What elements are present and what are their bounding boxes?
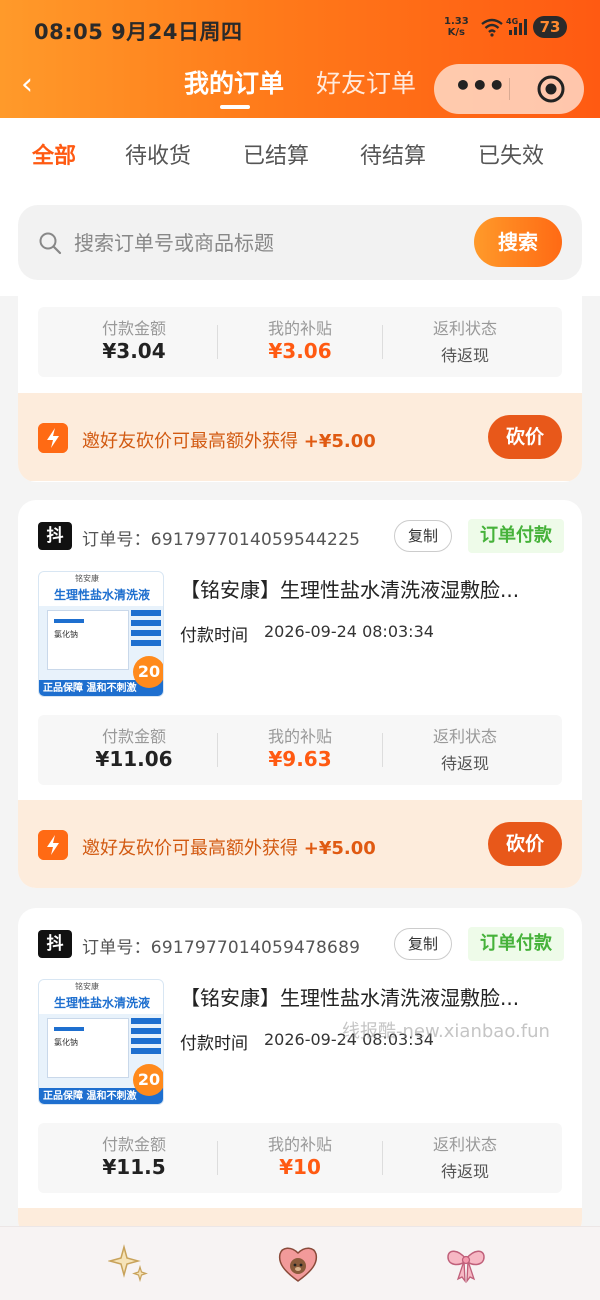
my-subsidy: 我的补贴 ¥10 [267,1135,332,1179]
target-icon[interactable] [536,74,566,104]
invite-promo-bar: 邀好友砍价可最高额外获得 +¥5.00 砍价 [18,800,582,888]
order-stats: 付款金额 ¥11.06 我的补贴 ¥9.63 返利状态 待返现 [38,715,562,785]
svg-text:4G: 4G [506,17,518,26]
status-time: 08:05 9月24日周四 [34,20,243,44]
pay-time-label: 付款时间 [180,1034,248,1054]
heart-bear-icon[interactable] [276,1241,320,1285]
order-number: 订单号：6917977014059544225 [82,530,361,550]
order-number: 订单号：6917977014059478689 [82,938,361,958]
product-row[interactable]: 铭安康 生理性盐水清洗液 氯化钠 正品保障 温和不刺激 20 【铭安康】生理性盐… [38,979,562,1107]
order-header: 抖 订单号：6917977014059478689 复制 订单付款 [18,908,582,968]
chevron-left-icon[interactable]: ‹ [14,68,40,102]
paid-amount: 付款金额 ¥3.04 [101,319,166,363]
douyin-icon: 抖 [38,930,72,958]
bottom-nav [0,1226,600,1300]
rebate-status: 返利状态 待返现 [432,727,497,773]
product-thumbnail: 铭安康 生理性盐水清洗液 氯化钠 正品保障 温和不刺激 20 [38,571,164,697]
status-badge: 订单付款 [468,927,564,961]
filter-settled[interactable]: 已结算 [243,138,309,170]
filter-all[interactable]: 全部 [32,138,76,170]
wifi-icon [481,18,503,37]
tab-friend-orders[interactable]: 好友订单 [316,64,416,100]
product-title: 【铭安康】生理性盐水清洗液湿敷脸... [180,986,520,1010]
invite-promo-bar: 邀好友砍价可最高额外获得 +¥5.00 砍价 [18,393,582,481]
capsule-divider [509,78,510,100]
product-thumbnail: 铭安康 生理性盐水清洗液 氯化钠 正品保障 温和不刺激 20 [38,979,164,1105]
header-bar: 08:05 9月24日周四 1.33 K/s 4G 73 ‹ 我的订单 好友订单 … [0,0,600,118]
miniprogram-capsule: ••• [434,64,584,114]
pay-time: 2026-09-24 08:03:34 [264,622,434,641]
rebate-status: 返利状态 待返现 [432,1135,497,1181]
nav-bar: ‹ 我的订单 好友订单 ••• [0,56,600,118]
lightning-icon [38,830,68,860]
status-badge: 订单付款 [468,519,564,553]
search-area: 搜索 [0,190,600,296]
my-subsidy: 我的补贴 ¥9.63 [267,727,332,771]
more-dots-icon[interactable]: ••• [454,68,506,108]
search-icon [39,232,62,255]
product-row[interactable]: 铭安康 生理性盐水清洗液 氯化钠 正品保障 温和不刺激 20 【铭安康】生理性盐… [38,571,562,699]
filter-invalid[interactable]: 已失效 [478,138,544,170]
promo-text: 邀好友砍价可最高额外获得 +¥5.00 [82,431,376,452]
cellular-signal-icon: 4G [506,17,527,35]
network-speed: 1.33 K/s [444,16,469,38]
promo-text: 邀好友砍价可最高额外获得 +¥5.00 [82,838,376,859]
filter-tabs: 全部 待收货 已结算 待结算 已失效 [0,118,600,190]
bow-icon[interactable] [444,1241,488,1285]
order-stats: 付款金额 ¥3.04 我的补贴 ¥3.06 返利状态 待返现 [38,307,562,377]
paid-amount: 付款金额 ¥11.06 [95,727,173,771]
watermark: 线报酷-new.xianbao.fun [342,1021,550,1042]
bargain-button[interactable]: 砍价 [488,822,562,866]
bargain-button[interactable]: 砍价 [488,415,562,459]
copy-button[interactable]: 复制 [394,520,452,552]
search-button[interactable]: 搜索 [474,217,562,267]
order-stats: 付款金额 ¥11.5 我的补贴 ¥10 返利状态 待返现 [38,1123,562,1193]
search-input[interactable] [74,223,464,263]
battery-indicator: 73 [533,16,567,38]
order-header: 抖 订单号：6917977014059544225 复制 订单付款 [18,500,582,560]
rebate-status: 返利状态 待返现 [432,319,497,365]
filter-pending-settlement[interactable]: 待结算 [360,138,426,170]
active-tab-indicator [220,105,250,109]
order-card: 抖 订单号：6917977014059544225 复制 订单付款 铭安康 生理… [18,500,582,888]
douyin-icon: 抖 [38,522,72,550]
order-card-partial: 付款金额 ¥3.04 我的补贴 ¥3.06 返利状态 待返现 邀好友砍价可最高额… [18,296,582,482]
lightning-icon [38,423,68,453]
sparkle-icon[interactable] [108,1241,152,1285]
product-title: 【铭安康】生理性盐水清洗液湿敷脸... [180,578,520,602]
search-box: 搜索 [18,205,582,280]
my-subsidy: 我的补贴 ¥3.06 [267,319,332,363]
tab-my-orders[interactable]: 我的订单 [184,64,284,100]
pay-time-label: 付款时间 [180,626,248,646]
filter-pending-receipt[interactable]: 待收货 [125,138,191,170]
paid-amount: 付款金额 ¥11.5 [101,1135,166,1179]
copy-button[interactable]: 复制 [394,928,452,960]
order-card: 抖 订单号：6917977014059478689 复制 订单付款 铭安康 生理… [18,908,582,1238]
status-bar: 08:05 9月24日周四 1.33 K/s 4G 73 [0,0,600,56]
